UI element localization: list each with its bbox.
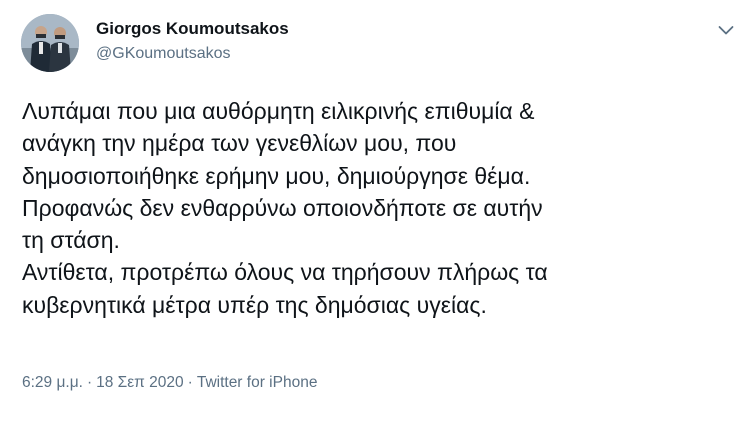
tweet-text-line: κυβερνητικά μέτρα υπέρ της δημόσιας υγεί… bbox=[22, 291, 487, 318]
tweet-date[interactable]: 18 Σεπ 2020 bbox=[96, 374, 184, 391]
profile-photo-icon bbox=[21, 14, 79, 72]
tweet-time[interactable]: 6:29 μ.μ. bbox=[22, 374, 83, 391]
tweet-text-line: Αντίθετα, προτρέπω όλους να τηρήσουν πλή… bbox=[22, 259, 548, 286]
tweet-text: Λυπάμαι που μια αυθόρμητη ειλικρινής επι… bbox=[22, 95, 732, 321]
tweet-metadata: 6:29 μ.μ. · 18 Σεπ 2020 · Twitter for iPhone bbox=[22, 374, 317, 392]
tweet-card: Giorgos Koumoutsakos @GKoumoutsakos Λυπά… bbox=[0, 0, 750, 427]
tweet-text-line: Προφανώς δεν ενθαρρύνω οποιονδήποτε σε α… bbox=[22, 194, 543, 221]
tweet-text-line: δημοσιοποιήθηκε ερήμην μου, δημιούργησε … bbox=[22, 162, 531, 189]
tweet-source[interactable]: Twitter for iPhone bbox=[197, 374, 318, 391]
chevron-down-icon[interactable] bbox=[714, 18, 738, 42]
separator: · bbox=[187, 374, 193, 391]
separator: · bbox=[86, 374, 93, 391]
tweet-text-line: ανάγκη την ημέρα των γενεθλίων μου, που bbox=[22, 130, 457, 157]
author-display-name[interactable]: Giorgos Koumoutsakos bbox=[96, 19, 289, 39]
tweet-text-line: τη στάση. bbox=[22, 227, 120, 254]
author-handle[interactable]: @GKoumoutsakos bbox=[96, 45, 231, 63]
tweet-text-line: Λυπάμαι που μια αυθόρμητη ειλικρινής επι… bbox=[22, 98, 535, 124]
avatar[interactable] bbox=[21, 14, 79, 72]
